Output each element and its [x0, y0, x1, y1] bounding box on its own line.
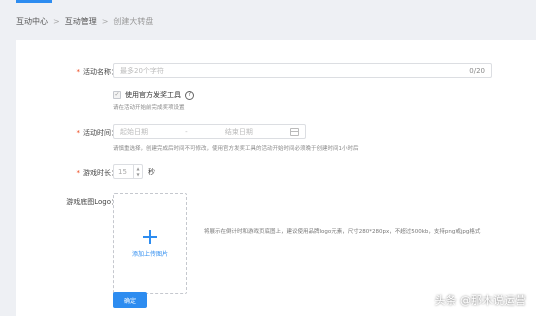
chevron-right-icon: > [53, 16, 60, 26]
char-counter: 0/20 [469, 66, 485, 75]
stepper-up-icon[interactable]: ▲ [136, 166, 139, 171]
upload-label: 添加上传图片 [131, 250, 168, 258]
breadcrumb-item-current: 创建大转盘 [113, 16, 154, 26]
activity-name-label: * 活动名称： [76, 68, 119, 76]
start-date-placeholder: 起始日期 [120, 127, 148, 136]
stepper-down-icon[interactable]: ▼ [136, 172, 139, 177]
date-range-picker[interactable]: 起始日期 - 结束日期 [113, 124, 306, 139]
required-marker: * [76, 68, 81, 76]
form-card: * 活动名称： 最多20个字符 0/20 ✓ 使用官方发奖工具 ? 请在活动开始前… [16, 40, 536, 316]
activity-name-input[interactable]: 最多20个字符 0/20 [113, 63, 492, 78]
game-duration-input[interactable]: 15 ▲ ▼ [113, 164, 143, 179]
duration-unit: 秒 [148, 168, 155, 176]
activity-name-placeholder: 最多20个字符 [120, 66, 164, 75]
official-tool-checkbox[interactable]: ✓ [113, 91, 121, 99]
logo-description: 将展示在倒计时和游戏页底图上，建议使用品牌logo元素，尺寸280*280px，… [204, 229, 481, 235]
confirm-button[interactable]: 确定 [113, 292, 147, 308]
activity-time-label: * 活动时间： [76, 129, 119, 137]
end-date-placeholder: 结束日期 [224, 127, 253, 136]
logo-upload-area[interactable]: 添加上传图片 [113, 193, 187, 294]
plus-icon [143, 229, 157, 244]
official-tool-row: ✓ 使用官方发奖工具 ? [113, 90, 194, 100]
help-icon[interactable]: ? [185, 90, 194, 100]
official-tool-hint: 请在活动开始前完成奖项设置 [113, 105, 185, 111]
activity-time-hint: 请慎重选择，创建完成后时间不可修改，使用官方发奖工具的活动开始时间必须晚于创建时… [113, 146, 359, 152]
watermark: 头条 @那木说运营 [434, 294, 527, 307]
calendar-icon [290, 127, 299, 136]
chevron-right-icon: > [101, 16, 109, 26]
duration-stepper[interactable]: ▲ ▼ [133, 165, 142, 178]
required-marker: * [76, 129, 81, 137]
breadcrumb-item-interaction-center[interactable]: 互动中心 [16, 16, 48, 27]
game-logo-label: 游戏底图Logo： [66, 198, 118, 206]
breadcrumb: 互动中心 > 互动管理 > 创建大转盘 [16, 14, 153, 28]
date-separator: - [185, 127, 188, 136]
required-marker: * [76, 169, 81, 177]
breadcrumb-item-interaction-manage[interactable]: 互动管理 [65, 16, 97, 27]
game-duration-label: * 游戏时长： [76, 169, 119, 177]
game-duration-value: 15 [118, 167, 127, 176]
official-tool-label: 使用官方发奖工具 [125, 91, 181, 99]
top-tab-indicator [16, 0, 52, 3]
